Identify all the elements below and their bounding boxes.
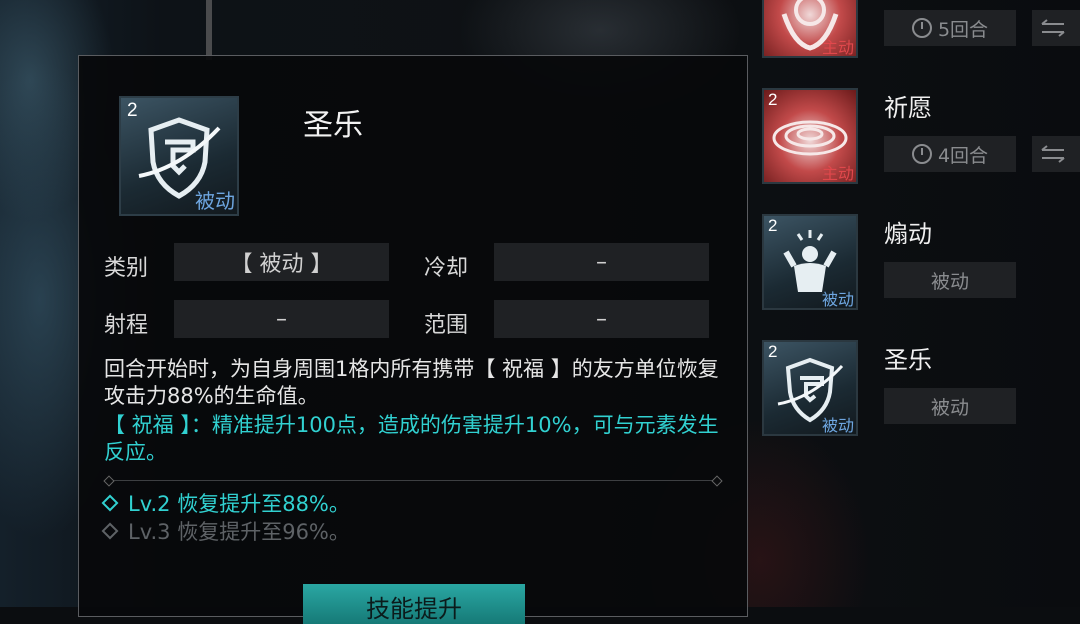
skill-upgrade-button[interactable]: 技能提升 (303, 584, 525, 624)
clock-icon (911, 18, 932, 38)
skill-type-tag: 被动 (821, 416, 854, 435)
skill-list-item[interactable]: 2 主动 祈愿 4回合 (762, 88, 1080, 198)
diamond-icon (101, 494, 119, 512)
diamond-icon (101, 522, 119, 540)
skill-list-name: 煽动 (884, 220, 932, 248)
skill-type-tag: 主动 (821, 38, 854, 57)
skill-list-name: 祈愿 (884, 94, 932, 122)
skill-icon: 2 被动 (119, 96, 239, 216)
level-text: Lv.2 恢复提升至88%。 (128, 492, 350, 516)
skill-list-item-selected[interactable]: 2 被动 圣乐 被动 (762, 340, 1080, 450)
skill-description: 回合开始时，为自身周围1格内所有携带【 祝福 】的友方单位恢复攻击力88%的生命… (104, 357, 719, 408)
divider (107, 480, 719, 481)
skill-list-icon: 2 主动 (762, 88, 858, 184)
skill-list-item[interactable]: 主动 5回合 (762, 0, 1080, 72)
skill-list-name: 圣乐 (884, 346, 932, 374)
clock-icon (911, 144, 932, 164)
cooldown-box: 5回合 (884, 10, 1016, 46)
skill-list-icon: 2 被动 (762, 214, 858, 310)
target-box (1032, 10, 1080, 46)
skill-type-tag: 主动 (821, 164, 854, 183)
cooldown-label: 冷却 (424, 256, 469, 281)
arrows-icon (1041, 19, 1065, 37)
area-value: – (494, 300, 709, 338)
level-entry-active: Lv.2 恢复提升至88%。 (101, 488, 350, 518)
target-box (1032, 136, 1080, 172)
skill-type-tag: 被动 (195, 189, 235, 213)
category-label: 类别 (104, 256, 149, 281)
category-value: 【 被动 】 (174, 243, 389, 281)
cooldown-box: 4回合 (884, 136, 1016, 172)
area-label: 范围 (424, 313, 469, 338)
blessing-note: 【 祝福 】：精准提升100点，造成的伤害提升10%，可与元素发生反应。 (104, 413, 719, 464)
passive-box: 被动 (884, 262, 1016, 298)
background-staff (206, 0, 212, 60)
arrows-icon (1041, 145, 1065, 163)
skill-level: 2 (768, 342, 778, 361)
skill-type-tag: 被动 (821, 290, 854, 309)
skill-list-icon: 2 被动 (762, 340, 858, 436)
passive-box: 被动 (884, 388, 1016, 424)
range-label: 射程 (104, 313, 149, 338)
level-text: Lv.3 恢复提升至96%。 (128, 520, 350, 544)
skill-list-item[interactable]: 2 被动 煽动 被动 (762, 214, 1080, 324)
range-value: – (174, 300, 389, 338)
skill-list-icon: 主动 (762, 0, 858, 58)
skill-name: 圣乐 (303, 108, 363, 143)
skill-detail-panel: 2 被动 圣乐 类别 【 被动 】 冷却 – 射程 – 范围 – 回合开始时，为… (78, 55, 748, 624)
skill-level: 2 (768, 216, 778, 235)
cooldown-value: – (494, 243, 709, 281)
skill-level: 2 (127, 100, 138, 121)
skill-level: 2 (768, 90, 778, 109)
level-entry-locked: Lv.3 恢复提升至96%。 (101, 516, 350, 546)
